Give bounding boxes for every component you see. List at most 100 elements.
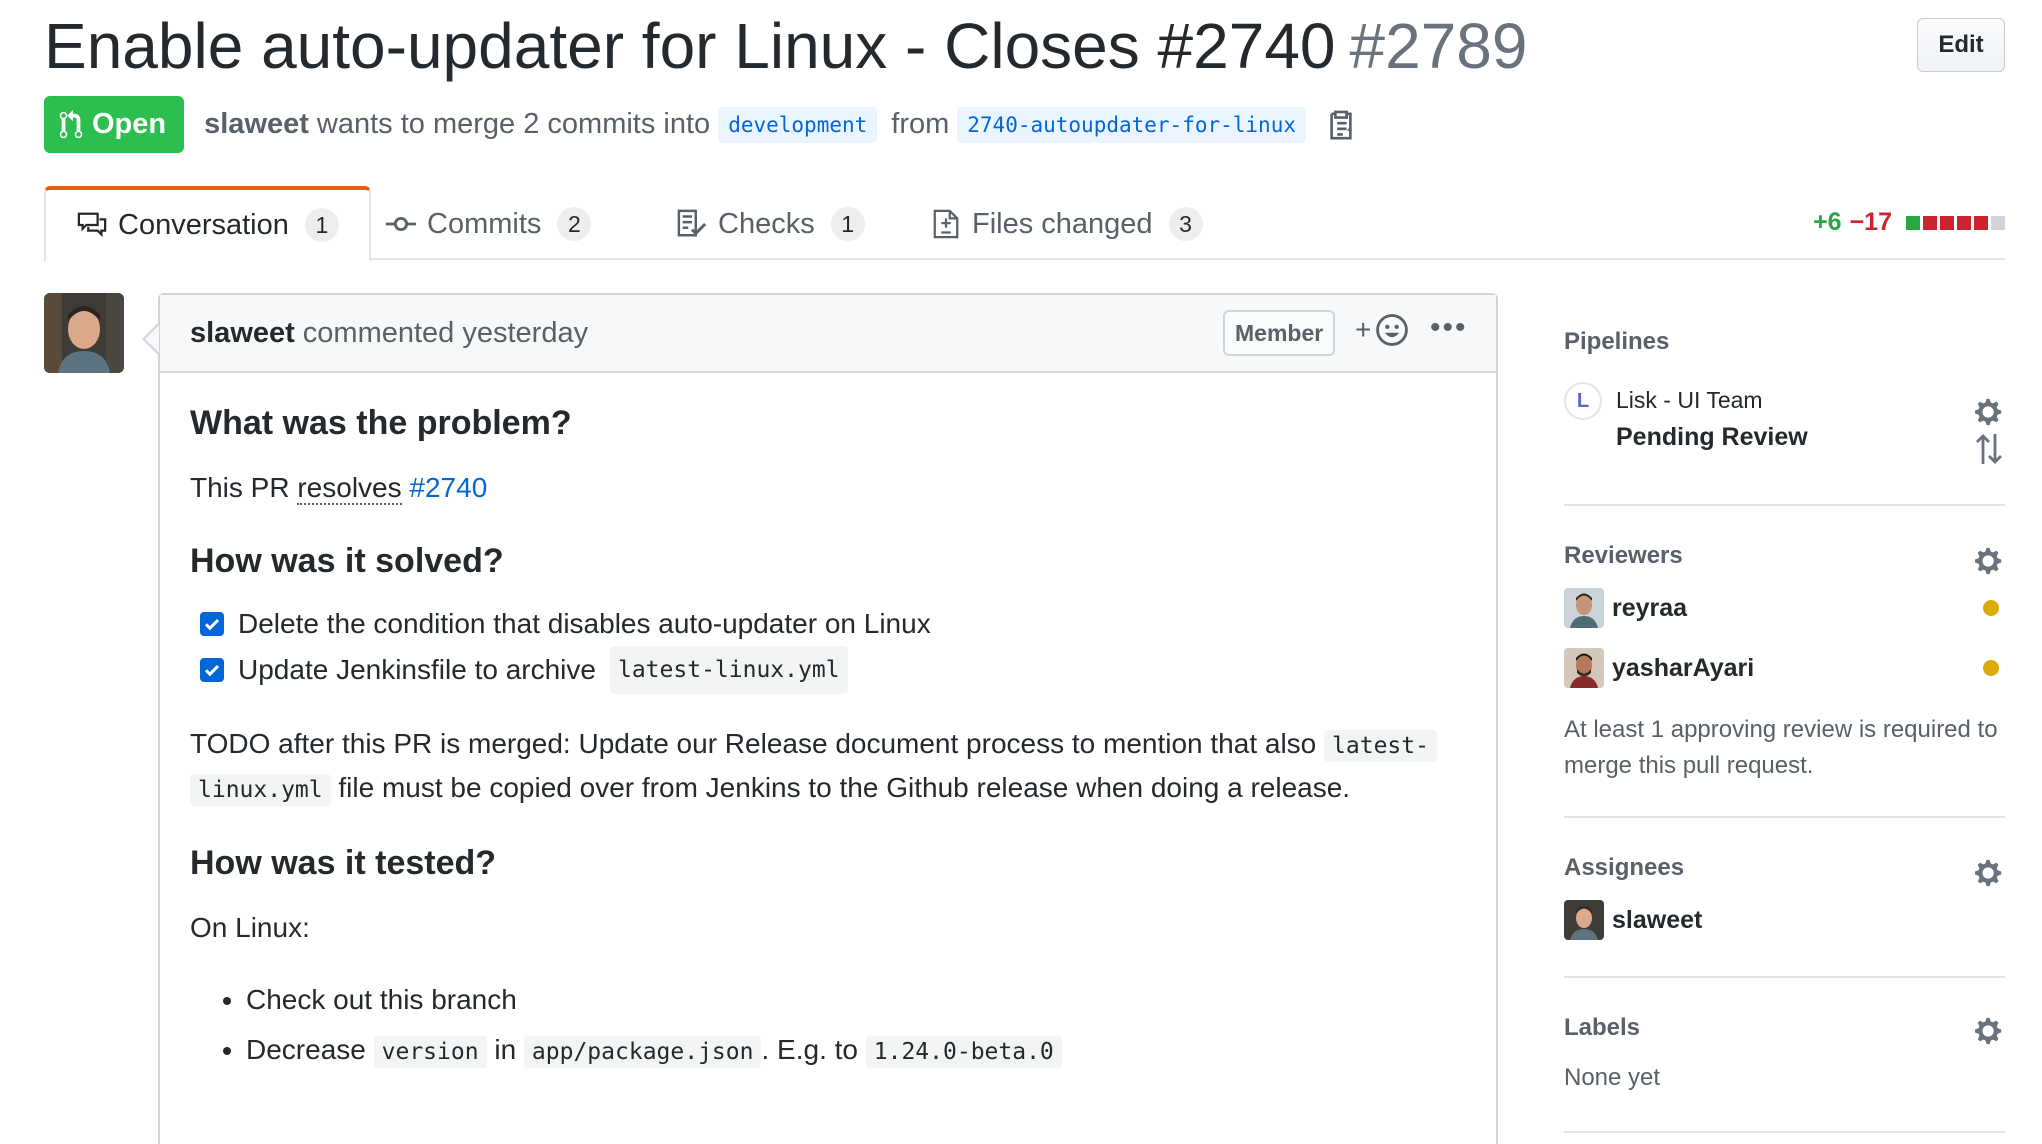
todo-code-a: latest- <box>1324 730 1437 762</box>
avatar[interactable] <box>44 293 124 373</box>
labels-value: None yet <box>1564 1064 1661 1091</box>
reviewer-row[interactable]: yasharAyari <box>1564 648 2005 688</box>
add-reaction-button[interactable]: + <box>1355 313 1409 347</box>
diff-block <box>1974 215 1988 230</box>
step-code: 1.24.0-beta.0 <box>865 1036 1062 1068</box>
pipelines-heading: Pipelines <box>1564 328 1670 355</box>
comment-header: slaweet commented yesterday Member + ••• <box>160 295 1496 373</box>
assignees-heading[interactable]: Assignees <box>1564 818 2005 882</box>
state-badge: Open <box>44 96 185 153</box>
kebab-menu-icon[interactable]: ••• <box>1430 311 1468 345</box>
pending-review-dot <box>1983 600 1999 616</box>
diff-additions: +6 <box>1813 208 1842 236</box>
gear-icon[interactable] <box>1975 546 2005 576</box>
task-checkbox[interactable] <box>200 658 224 682</box>
file-diff-icon <box>933 209 959 239</box>
comment-time[interactable]: commented yesterday <box>303 317 588 350</box>
review-required-note: At least 1 approving review is required … <box>1564 716 1998 779</box>
tab-label: Commits <box>427 207 542 240</box>
gear-icon[interactable] <box>1975 397 2005 427</box>
list-item: Decrease version in app/package.json. E.… <box>246 1025 1466 1075</box>
from-text: from <box>891 108 950 140</box>
diff-block <box>1991 215 2005 230</box>
diff-block <box>1923 215 1937 230</box>
pending-review-dot <box>1983 660 1999 676</box>
heading-tested: How was it tested? <box>190 844 497 882</box>
pr-author-link[interactable]: slaweet <box>204 108 309 141</box>
diff-block <box>1957 215 1971 230</box>
clipboard-icon[interactable] <box>1326 108 1356 142</box>
task-checkbox[interactable] <box>200 612 224 636</box>
tab-bar: Conversation 1 Commits 2 Checks 1 Files … <box>44 186 2005 262</box>
tab-commits[interactable]: Commits 2 <box>385 186 592 262</box>
git-commit-icon <box>386 216 416 232</box>
tab-counter: 3 <box>1168 207 1203 241</box>
test-steps-list: Check out this branch Decrease version i… <box>246 975 1466 1075</box>
reviewers-section: Reviewers reyraa yasharAyari At least 1 … <box>1564 506 2005 818</box>
tab-label: Files changed <box>972 207 1153 240</box>
assignee-row[interactable]: slaweet <box>1564 900 2005 940</box>
head-branch[interactable]: 2740-autoupdater-for-linux <box>957 106 1306 143</box>
sidebar: Pipelines L Lisk - UI Team Pending Revie… <box>1564 300 2005 1133</box>
gear-icon[interactable] <box>1975 1016 2005 1046</box>
labels-heading[interactable]: Labels <box>1564 978 2005 1042</box>
diffstat[interactable]: +6 −17 <box>1813 208 2005 237</box>
step-text: . E.g. to <box>761 1034 858 1065</box>
comment-body: What was the problem? This PR resolves #… <box>160 373 1496 1075</box>
labels-section: Labels None yet <box>1564 978 2005 1133</box>
comment-box: slaweet commented yesterday Member + •••… <box>142 293 1498 1144</box>
issue-link[interactable]: #2740 <box>409 472 487 503</box>
todo-paragraph: TODO after this PR is merged: Update our… <box>190 723 1466 811</box>
task-item: Update Jenkinsfile to archive latest-lin… <box>200 646 1466 694</box>
edit-button[interactable]: Edit <box>1917 18 2005 72</box>
gear-icon[interactable] <box>1975 858 2005 888</box>
tab-files-changed[interactable]: Files changed 3 <box>930 186 1203 262</box>
checklist-icon <box>677 209 707 237</box>
member-label: Member <box>1223 310 1336 356</box>
tab-counter: 1 <box>830 207 865 241</box>
reviewer-row[interactable]: reyraa <box>1564 588 2005 628</box>
pr-title-text: Enable auto-updater for Linux - Closes #… <box>44 10 1336 82</box>
task-code: latest-linux.yml <box>609 646 848 694</box>
resolves-prefix: This PR <box>190 472 290 503</box>
check-icon <box>204 665 220 677</box>
todo-text: TODO after this PR is merged: Update our… <box>190 728 1317 759</box>
git-pull-request-icon <box>59 109 83 138</box>
resolves-paragraph: This PR resolves #2740 <box>190 467 1466 509</box>
todo-code-b: linux.yml <box>190 774 331 806</box>
assignee-name: slaweet <box>1612 905 1703 934</box>
step-code: app/package.json <box>523 1036 762 1068</box>
diff-deletions: −17 <box>1849 208 1892 236</box>
assignees-section: Assignees slaweet <box>1564 818 2005 978</box>
pipeline-row[interactable]: L Lisk - UI Team Pending Review <box>1564 382 2005 452</box>
pipelines-section: Pipelines L Lisk - UI Team Pending Revie… <box>1564 300 2005 506</box>
tab-conversation[interactable]: Conversation 1 <box>44 186 371 262</box>
step-text: Check out this branch <box>246 984 517 1015</box>
task-list: Delete the condition that disables auto-… <box>200 601 1466 694</box>
step-text: Decrease <box>246 1034 366 1065</box>
pipeline-name: Lisk - UI Team <box>1616 387 1763 413</box>
task-text: Delete the condition that disables auto-… <box>238 608 931 639</box>
pr-meta: Open slaweet wants to merge 2 commits in… <box>44 96 1356 153</box>
task-item: Delete the condition that disables auto-… <box>200 601 1466 647</box>
pr-number: #2789 <box>1349 10 1528 82</box>
smiley-icon <box>1376 314 1409 346</box>
tab-counter: 1 <box>304 208 339 242</box>
tab-checks[interactable]: Checks 1 <box>676 186 865 262</box>
base-branch[interactable]: development <box>718 106 878 143</box>
reviewer-name: reyraa <box>1612 593 1688 622</box>
comment-author[interactable]: slaweet <box>190 317 295 350</box>
check-icon <box>204 619 220 631</box>
reviewer-name: yasharAyari <box>1612 653 1755 682</box>
step-text: in <box>494 1034 517 1065</box>
pipeline-logo: L <box>1564 382 1602 420</box>
diff-blocks <box>1906 215 2005 230</box>
heading-problem: What was the problem? <box>190 404 572 442</box>
swap-arrows-icon[interactable] <box>1975 432 2003 466</box>
avatar <box>1564 588 1604 628</box>
todo-text-end: file must be copied over from Jenkins to… <box>338 772 1351 803</box>
diff-block <box>1940 215 1954 230</box>
step-code: version <box>373 1036 487 1068</box>
list-item: Check out this branch <box>246 975 1466 1025</box>
reviewers-heading[interactable]: Reviewers <box>1564 506 2005 570</box>
